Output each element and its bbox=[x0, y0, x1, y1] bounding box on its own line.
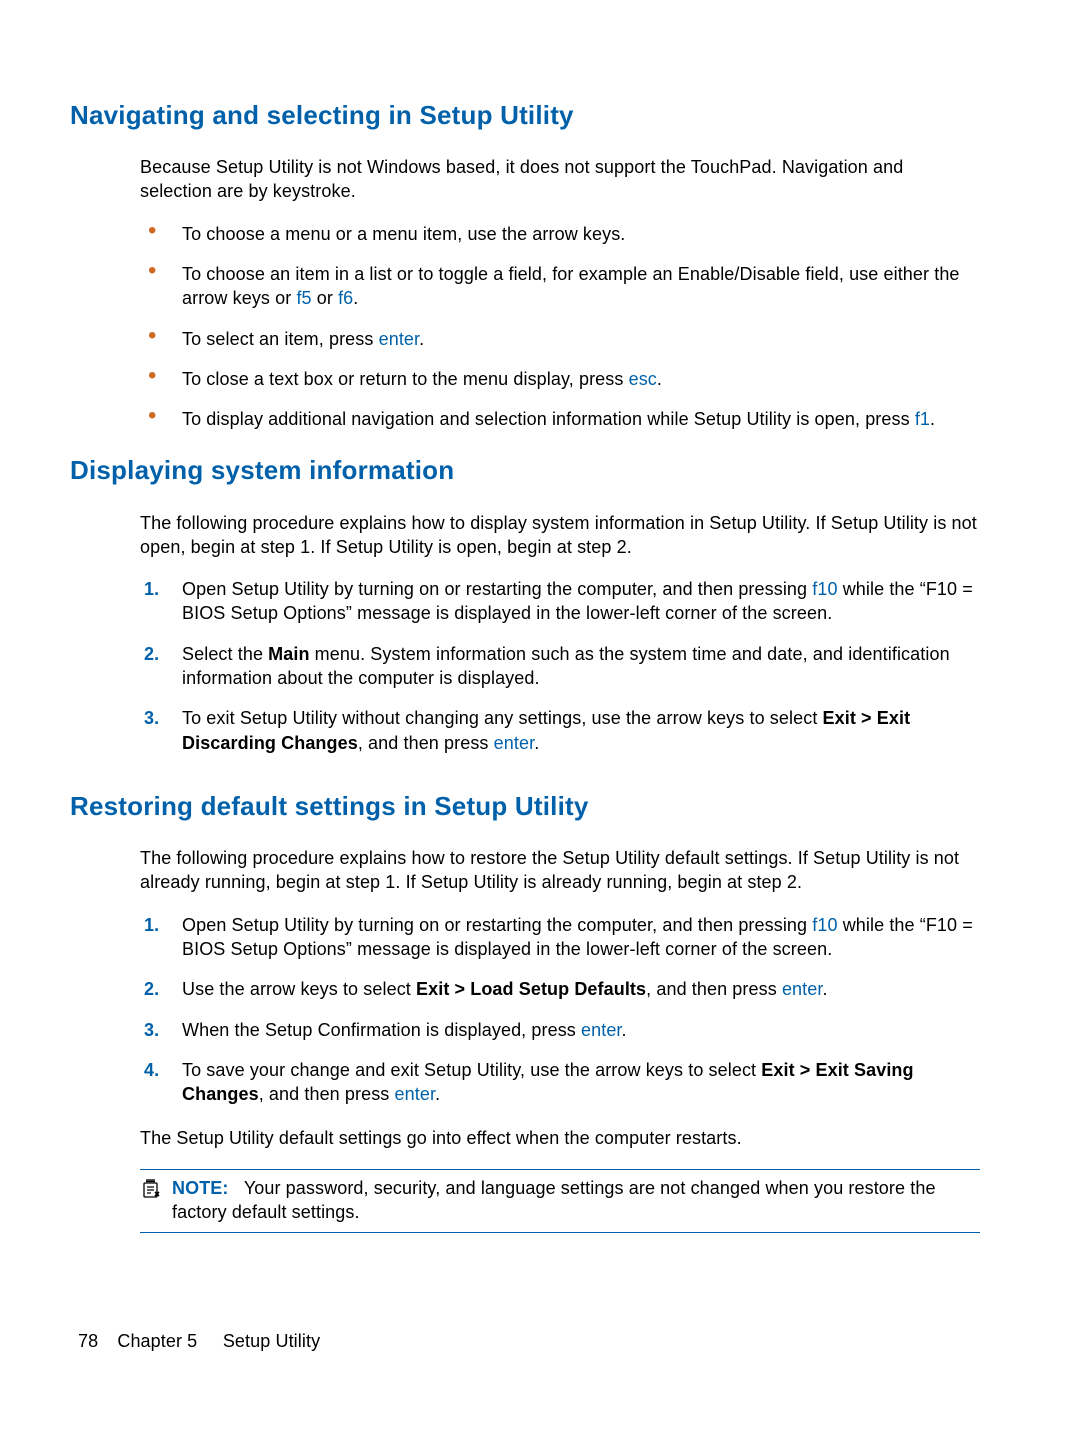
list-text: . bbox=[435, 1084, 440, 1104]
section-heading: Restoring default settings in Setup Util… bbox=[70, 789, 980, 824]
list-text: To select an item, press bbox=[182, 329, 379, 349]
section-intro: The following procedure explains how to … bbox=[140, 511, 980, 560]
bold-text: Main bbox=[268, 644, 309, 664]
list-text: . bbox=[822, 979, 827, 999]
list-item: To save your change and exit Setup Utili… bbox=[140, 1058, 980, 1107]
key-name: f6 bbox=[338, 288, 353, 308]
bold-text: Exit > Load Setup Defaults bbox=[416, 979, 646, 999]
list-text: . bbox=[657, 369, 662, 389]
list-text: When the Setup Confirmation is displayed… bbox=[182, 1020, 581, 1040]
list-item: To choose an item in a list or to toggle… bbox=[140, 262, 980, 311]
list-item: Select the Main menu. System information… bbox=[140, 642, 980, 691]
list-text: . bbox=[534, 733, 539, 753]
list-item: To select an item, press enter. bbox=[140, 327, 980, 351]
note-icon bbox=[140, 1178, 168, 1200]
section-intro: The following procedure explains how to … bbox=[140, 846, 980, 895]
list-text: . bbox=[353, 288, 358, 308]
chapter-title: Setup Utility bbox=[223, 1331, 320, 1351]
key-name: enter bbox=[581, 1020, 622, 1040]
key-name: esc bbox=[629, 369, 657, 389]
key-name: f10 bbox=[812, 579, 837, 599]
list-text: To display additional navigation and sel… bbox=[182, 409, 915, 429]
list-item: Open Setup Utility by turning on or rest… bbox=[140, 577, 980, 626]
section-heading: Navigating and selecting in Setup Utilit… bbox=[70, 98, 980, 133]
document-page: Navigating and selecting in Setup Utilit… bbox=[0, 0, 1080, 1437]
list-text: To close a text box or return to the men… bbox=[182, 369, 629, 389]
key-name: enter bbox=[494, 733, 535, 753]
list-text: , and then press bbox=[259, 1084, 395, 1104]
note-text: NOTE: Your password, security, and langu… bbox=[172, 1176, 980, 1225]
chapter-label: Chapter 5 bbox=[117, 1331, 197, 1351]
list-text: Open Setup Utility by turning on or rest… bbox=[182, 915, 812, 935]
list-text: or bbox=[312, 288, 338, 308]
list-item: To exit Setup Utility without changing a… bbox=[140, 706, 980, 755]
bullet-list: To choose a menu or a menu item, use the… bbox=[140, 222, 980, 432]
section-intro: Because Setup Utility is not Windows bas… bbox=[140, 155, 980, 204]
list-text: To choose a menu or a menu item, use the… bbox=[182, 224, 625, 244]
list-item: Open Setup Utility by turning on or rest… bbox=[140, 913, 980, 962]
list-text: To exit Setup Utility without changing a… bbox=[182, 708, 823, 728]
key-name: enter bbox=[782, 979, 823, 999]
note-callout: NOTE: Your password, security, and langu… bbox=[140, 1169, 980, 1234]
list-text: To save your change and exit Setup Utili… bbox=[182, 1060, 761, 1080]
key-name: enter bbox=[395, 1084, 436, 1104]
list-text: . bbox=[419, 329, 424, 349]
list-item: To close a text box or return to the men… bbox=[140, 367, 980, 391]
ordered-list: Open Setup Utility by turning on or rest… bbox=[140, 913, 980, 1107]
key-name: f5 bbox=[296, 288, 311, 308]
ordered-list: Open Setup Utility by turning on or rest… bbox=[140, 577, 980, 755]
list-item: To choose a menu or a menu item, use the… bbox=[140, 222, 980, 246]
list-text: Select the bbox=[182, 644, 268, 664]
list-item: Use the arrow keys to select Exit > Load… bbox=[140, 977, 980, 1001]
note-label: NOTE: bbox=[172, 1178, 229, 1198]
list-text: . bbox=[930, 409, 935, 429]
key-name: enter bbox=[379, 329, 420, 349]
page-number: 78 bbox=[78, 1331, 98, 1351]
list-text: , and then press bbox=[646, 979, 782, 999]
page-footer: 78 Chapter 5 Setup Utility bbox=[78, 1329, 320, 1353]
section-heading: Displaying system information bbox=[70, 453, 980, 488]
note-body: Your password, security, and language se… bbox=[172, 1178, 936, 1222]
key-name: f10 bbox=[812, 915, 837, 935]
section-outro: The Setup Utility default settings go in… bbox=[140, 1126, 980, 1150]
list-text: . bbox=[622, 1020, 627, 1040]
list-item: To display additional navigation and sel… bbox=[140, 407, 980, 431]
list-text: Use the arrow keys to select bbox=[182, 979, 416, 999]
key-name: f1 bbox=[915, 409, 930, 429]
list-item: When the Setup Confirmation is displayed… bbox=[140, 1018, 980, 1042]
list-text: Open Setup Utility by turning on or rest… bbox=[182, 579, 812, 599]
list-text: , and then press bbox=[358, 733, 494, 753]
